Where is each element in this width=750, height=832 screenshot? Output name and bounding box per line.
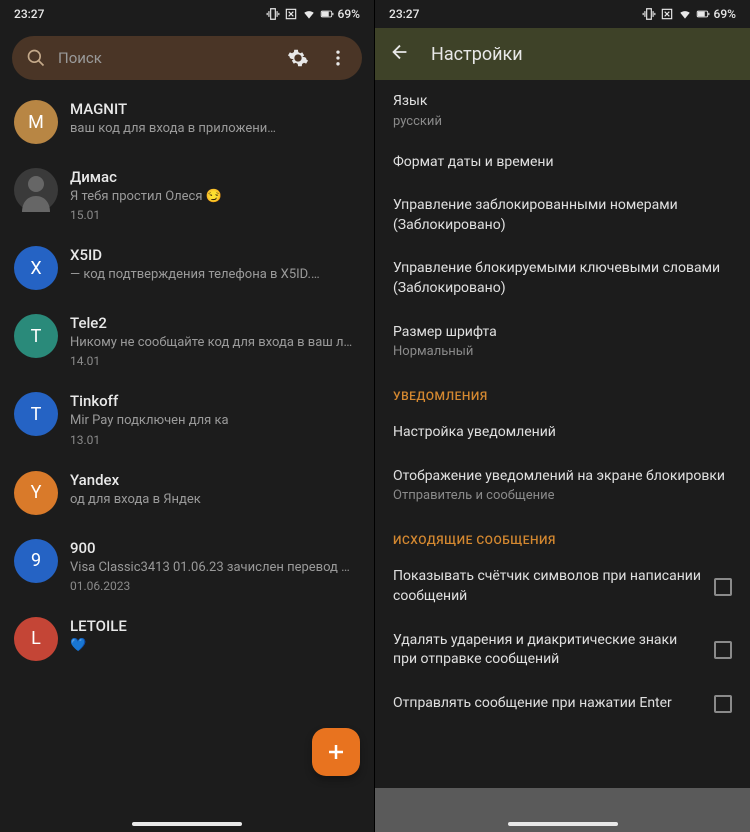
avatar <box>14 168 58 212</box>
setting-label: Управление заблокированными номерами (За… <box>393 196 732 235</box>
battery-percent: 69% <box>714 7 736 21</box>
setting-label: Формат даты и времени <box>393 153 732 173</box>
plus-icon <box>324 740 348 764</box>
status-time: 23:27 <box>14 7 266 21</box>
search-icon <box>26 48 46 68</box>
setting-label: Отображение уведомлений на экране блокир… <box>393 467 732 487</box>
avatar: M <box>14 100 58 144</box>
home-indicator[interactable] <box>508 822 618 826</box>
setting-label: Удалять ударения и диакритические знаки … <box>393 631 702 670</box>
arrow-left-icon <box>389 41 411 63</box>
checkbox[interactable] <box>714 578 732 596</box>
setting-label: Язык <box>393 92 732 112</box>
status-icons: 69% <box>642 7 736 21</box>
setting-item[interactable]: Размер шрифтаНормальный <box>375 311 750 372</box>
chat-date: 15.01 <box>70 208 360 222</box>
chat-item[interactable]: T Tele2 Никому не сообщайте код для входа … <box>0 302 374 380</box>
avatar: 9 <box>14 539 58 583</box>
setting-sub: Нормальный <box>393 344 732 359</box>
setting-label: Размер шрифта <box>393 323 732 343</box>
settings-pane: 23:27 69% Настройки Язык русский Формат да… <box>375 0 750 832</box>
search-placeholder: Поиск <box>58 49 282 67</box>
chat-list[interactable]: M MAGNIT ваш код для входа в приложени… Дим… <box>0 88 374 673</box>
chat-preview: Я тебя простил Олеся 😏 <box>70 188 360 206</box>
setting-label: Управление блокируемыми ключевыми словам… <box>393 259 732 298</box>
chat-date: 14.01 <box>70 354 360 368</box>
no-sim-icon <box>284 7 298 21</box>
setting-item[interactable]: Формат даты и времени <box>375 141 750 185</box>
chat-name: MAGNIT <box>70 100 360 118</box>
chat-name: Yandex <box>70 471 360 489</box>
chat-preview: Mir Pay подключен для ка <box>70 412 360 430</box>
battery-percent: 69% <box>338 7 360 21</box>
settings-title: Настройки <box>431 44 523 65</box>
settings-header: Настройки <box>375 28 750 80</box>
no-sim-icon <box>660 7 674 21</box>
wifi-icon <box>302 7 316 21</box>
vibrate-icon <box>266 7 280 21</box>
chat-name: Tinkoff <box>70 392 360 410</box>
compose-fab[interactable] <box>312 728 360 776</box>
checkbox[interactable] <box>714 695 732 713</box>
avatar: X <box>14 246 58 290</box>
chat-preview: ваш код для входа в приложени… <box>70 120 360 138</box>
settings-gear-button[interactable] <box>282 42 314 74</box>
chat-item[interactable]: 9 900 Visa Classic3413 01.06.23 зачислен п… <box>0 527 374 605</box>
chat-date: 01.06.2023 <box>70 579 360 593</box>
setting-sub: русский <box>393 114 732 129</box>
vibrate-icon <box>642 7 656 21</box>
setting-item[interactable]: Отображение уведомлений на экране блокир… <box>375 455 750 516</box>
more-vertical-icon <box>328 48 348 68</box>
chat-item[interactable]: Димас Я тебя простил Олеся 😏 15.01 <box>0 156 374 234</box>
section-header-notifications: УВЕДОМЛЕНИЯ <box>375 371 750 411</box>
chat-item[interactable]: M MAGNIT ваш код для входа в приложени… <box>0 88 374 156</box>
setting-label: Показывать счётчик символов при написани… <box>393 567 702 606</box>
avatar: L <box>14 617 58 661</box>
setting-item[interactable]: Язык русский <box>375 80 750 141</box>
setting-item[interactable]: Управление блокируемыми ключевыми словам… <box>375 247 750 310</box>
gear-icon <box>287 47 309 69</box>
chat-preview: 💙 <box>70 637 360 655</box>
battery-icon <box>696 7 710 21</box>
setting-item[interactable]: Отправлять сообщение при нажатии Enter <box>375 682 750 726</box>
setting-item[interactable]: Управление заблокированными номерами (За… <box>375 184 750 247</box>
wifi-icon <box>678 7 692 21</box>
more-menu-button[interactable] <box>322 42 354 74</box>
chat-preview: Visa Classic3413 01.06.23 зачислен перев… <box>70 559 360 577</box>
chat-item[interactable]: L LETOILE 💙 <box>0 605 374 673</box>
settings-body[interactable]: Язык русский Формат даты и времени Управлен… <box>375 80 750 725</box>
status-bar: 23:27 69% <box>375 0 750 28</box>
avatar: T <box>14 314 58 358</box>
checkbox[interactable] <box>714 641 732 659</box>
status-bar: 23:27 69% <box>0 0 374 28</box>
home-indicator[interactable] <box>132 822 242 826</box>
avatar: T <box>14 392 58 436</box>
status-time: 23:27 <box>389 7 642 21</box>
battery-icon <box>320 7 334 21</box>
chat-date: 13.01 <box>70 433 360 447</box>
chat-name: Tele2 <box>70 314 360 332</box>
status-icons: 69% <box>266 7 360 21</box>
chat-item[interactable]: T Tinkoff Mir Pay подключен для ка 13.01 <box>0 380 374 458</box>
back-button[interactable] <box>389 41 411 67</box>
chat-preview: Никому не сообщайте код для входа в ваш … <box>70 334 360 352</box>
chat-name: LETOILE <box>70 617 360 635</box>
chat-preview: — код подтверждения телефона в X5ID.… <box>70 266 360 284</box>
chat-name: X5ID <box>70 246 360 264</box>
chat-name: 900 <box>70 539 360 557</box>
chat-item[interactable]: X X5ID — код подтверждения телефона в X5ID… <box>0 234 374 302</box>
avatar: Y <box>14 471 58 515</box>
chat-list-pane: 23:27 69% Поиск M MAGNIT ваш код для входа… <box>0 0 375 832</box>
setting-label: Настройка уведомлений <box>393 423 732 443</box>
setting-item[interactable]: Настройка уведомлений <box>375 411 750 455</box>
setting-item[interactable]: Удалять ударения и диакритические знаки … <box>375 619 750 682</box>
setting-item[interactable]: Показывать счётчик символов при написани… <box>375 555 750 618</box>
search-bar[interactable]: Поиск <box>12 36 362 80</box>
chat-preview: од для входа в Яндек <box>70 491 360 509</box>
chat-item[interactable]: Y Yandex од для входа в Яндек <box>0 459 374 527</box>
setting-sub: Отправитель и сообщение <box>393 488 732 503</box>
chat-name: Димас <box>70 168 360 186</box>
setting-label: Отправлять сообщение при нажатии Enter <box>393 694 702 714</box>
section-header-outgoing: ИСХОДЯЩИЕ СООБЩЕНИЯ <box>375 515 750 555</box>
